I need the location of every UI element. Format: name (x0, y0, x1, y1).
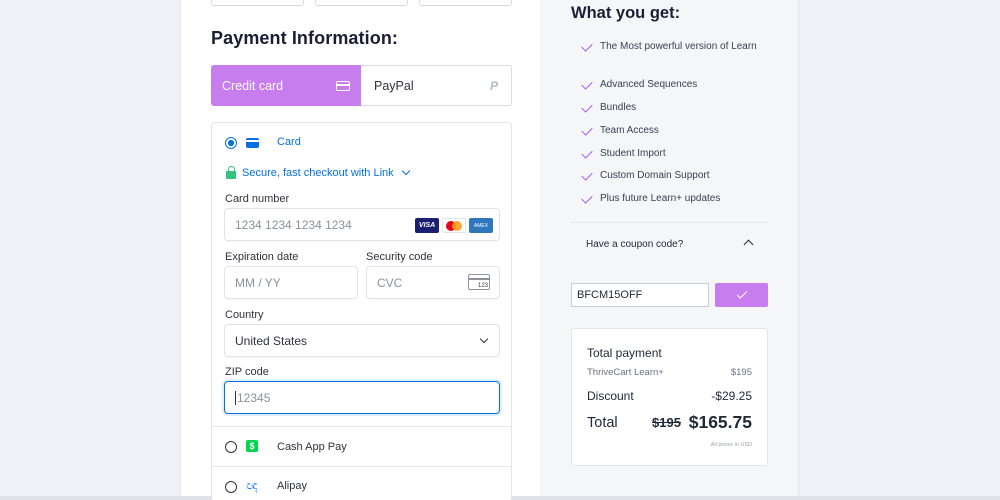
check-icon (581, 78, 593, 90)
option-divider (212, 466, 511, 467)
currency-note: All prices in USD (710, 442, 752, 448)
discount-value: -$29.25 (711, 389, 752, 403)
benefit-item: Custom Domain Support (581, 168, 762, 184)
new-price: $165.75 (688, 412, 752, 432)
card-number-input[interactable]: 1234 1234 1234 1234 VISA AMEX (224, 208, 500, 241)
total-label: Total (587, 415, 618, 431)
check-icon (581, 124, 593, 136)
product-name: ThriveCart Learn+ (587, 367, 664, 378)
benefit-item: The Most powerful version of Learn (581, 39, 762, 55)
old-price: $195 (652, 415, 681, 430)
country-label: Country (225, 309, 264, 321)
check-icon (581, 101, 593, 113)
top-cut-field-2 (315, 0, 408, 6)
option-divider (212, 426, 511, 427)
discount-label: Discount (587, 389, 634, 403)
expiry-placeholder: MM / YY (235, 275, 281, 290)
payment-method-tabs: Credit card PayPal P (211, 65, 512, 106)
country-select[interactable]: United States (224, 324, 500, 357)
visa-icon: VISA (415, 218, 439, 233)
cashapp-icon: $ (246, 440, 258, 452)
benefit-item: Advanced Sequences (581, 77, 762, 93)
benefit-item: Plus future Learn+ updates (581, 191, 762, 207)
credit-card-icon (336, 80, 350, 91)
benefit-label: Student Import (600, 148, 666, 159)
benefit-label: Bundles (600, 102, 637, 113)
check-icon (736, 288, 747, 299)
check-icon (581, 169, 593, 181)
card-radio[interactable] (225, 137, 237, 149)
zip-label: ZIP code (225, 366, 269, 378)
cashapp-radio[interactable] (225, 441, 237, 453)
benefit-label: The Most powerful version of Learn (600, 41, 757, 52)
cvc-icon-number: 123 (477, 283, 488, 289)
text-caret (235, 390, 236, 405)
coupon-toggle-label[interactable]: Have a coupon code? (586, 239, 683, 250)
cvc-placeholder: CVC (377, 275, 403, 290)
coupon-divider (571, 222, 768, 223)
card-number-label: Card number (225, 193, 290, 205)
payment-info-title: Payment Information: (211, 28, 399, 48)
what-you-get-title: What you get: (571, 4, 681, 22)
total-payment-title: Total payment (587, 346, 662, 360)
coupon-input[interactable]: BFCM15OFF (571, 283, 709, 307)
zip-input[interactable]: 12345 (224, 381, 500, 414)
top-cut-field-3 (419, 0, 512, 6)
top-cut-field-1 (211, 0, 304, 6)
check-icon (581, 192, 593, 204)
apply-coupon-button[interactable] (715, 283, 768, 307)
tab-paypal-label: PayPal (374, 78, 414, 93)
cvc-card-icon: 123 (468, 274, 490, 290)
expiry-input[interactable]: MM / YY (224, 266, 358, 299)
benefit-label: Advanced Sequences (600, 79, 698, 90)
total-payment-box: Total payment ThriveCart Learn+ $195 Dis… (571, 328, 768, 466)
check-icon (581, 40, 593, 52)
chevron-down-icon[interactable] (401, 166, 411, 176)
product-price: $195 (730, 367, 752, 378)
chevron-down-icon (479, 334, 489, 344)
lock-icon (226, 166, 236, 179)
benefit-label: Custom Domain Support (600, 170, 710, 181)
paypal-icon: P (489, 78, 498, 93)
amex-icon: AMEX (469, 218, 493, 233)
cvc-label: Security code (366, 251, 433, 263)
card-number-placeholder: 1234 1234 1234 1234 (235, 217, 352, 232)
benefit-label: Team Access (600, 125, 659, 136)
card-option-icon (246, 138, 259, 148)
cvc-input[interactable]: CVC 123 (366, 266, 500, 299)
benefit-item: Team Access (581, 123, 762, 139)
zip-placeholder: 12345 (237, 390, 271, 405)
tab-credit-card-label: Credit card (222, 78, 284, 93)
tab-paypal[interactable]: PayPal P (361, 65, 512, 106)
benefit-label: Plus future Learn+ updates (600, 193, 721, 204)
coupon-value: BFCM15OFF (577, 289, 643, 301)
alipay-label[interactable]: Alipay (277, 480, 307, 492)
card-option-label[interactable]: Card (277, 136, 301, 148)
check-icon (581, 147, 593, 159)
benefit-item: Bundles (581, 100, 762, 116)
alipay-icon: ඥ (246, 478, 258, 492)
alipay-radio[interactable] (225, 481, 237, 493)
stripe-payment-element: Card Secure, fast checkout with Link Car… (211, 122, 512, 500)
expiry-label: Expiration date (225, 251, 299, 263)
cashapp-label[interactable]: Cash App Pay (277, 441, 347, 453)
link-checkout-label[interactable]: Secure, fast checkout with Link (242, 167, 394, 179)
mastercard-icon (442, 218, 466, 233)
tab-credit-card[interactable]: Credit card (211, 65, 361, 106)
country-value: United States (235, 333, 308, 348)
benefit-item: Student Import (581, 146, 762, 162)
